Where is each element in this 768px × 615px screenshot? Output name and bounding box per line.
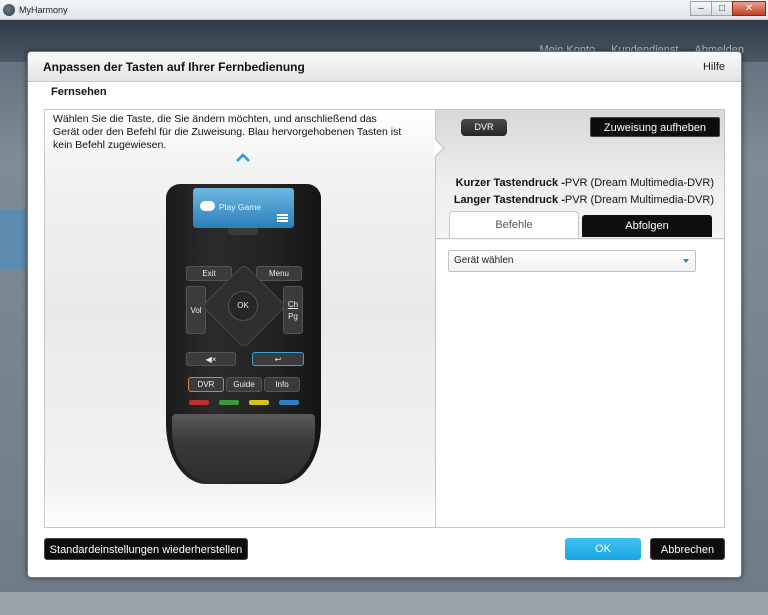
ok-button[interactable]: OK — [565, 538, 641, 560]
cancel-button[interactable]: Abbrechen — [650, 538, 725, 560]
remote-volume-button[interactable]: Vol — [186, 286, 206, 334]
window-title: MyHarmony — [19, 4, 68, 15]
app-footer-band — [0, 592, 768, 615]
scroll-up-chevron-icon[interactable] — [236, 153, 250, 163]
remote-channel-button[interactable]: Ch Pg — [283, 286, 303, 334]
short-press-info: Kurzer Tastendruck -PVR (Dream Multimedi… — [456, 177, 714, 189]
main-panel: Wählen Sie die Taste, die Sie ändern möc… — [44, 109, 725, 528]
remote-guide-button[interactable]: Guide — [226, 377, 262, 392]
remote-base — [172, 414, 315, 482]
long-press-info: Langer Tastendruck -PVR (Dream Multimedi… — [454, 194, 714, 206]
customize-buttons-dialog: Anpassen der Tasten auf Ihrer Fernbedien… — [27, 51, 742, 578]
remote-yellow-button[interactable] — [249, 400, 269, 405]
window-controls: – □ ✕ — [690, 1, 766, 16]
remote-green-button[interactable] — [219, 400, 239, 405]
remote-info-button[interactable]: Info — [264, 377, 300, 392]
channel-label: Ch — [287, 300, 299, 309]
dialog-title: Anpassen der Tasten auf Ihrer Fernbedien… — [43, 60, 305, 74]
remote-exit-button[interactable]: Exit — [186, 266, 232, 281]
long-press-value: PVR (Dream Multimedia-DVR) — [564, 194, 714, 206]
gamepad-icon — [200, 201, 215, 211]
tab-sequences[interactable]: Abfolgen — [582, 215, 712, 237]
unassign-button[interactable]: Zuweisung aufheben — [590, 117, 720, 137]
remote-back-button[interactable]: ↩ — [252, 352, 304, 366]
device-section-title: Fernsehen — [51, 86, 107, 98]
tab-divider — [436, 238, 724, 239]
minimize-button[interactable]: – — [690, 1, 712, 16]
remote-pane: Wählen Sie die Taste, die Sie ändern möc… — [45, 110, 435, 527]
selected-key-chip: DVR — [461, 119, 507, 136]
remote-touchscreen[interactable]: Play Game — [193, 188, 294, 228]
remote-red-button[interactable] — [189, 400, 209, 405]
device-select-value: Gerät wählen — [454, 255, 514, 266]
close-window-button[interactable]: ✕ — [732, 1, 766, 16]
chevron-down-icon — [683, 259, 689, 263]
remote-mute-button[interactable]: ◀× — [186, 352, 236, 366]
help-link[interactable]: Hilfe — [703, 61, 725, 73]
tab-commands[interactable]: Befehle — [449, 211, 579, 239]
assignment-pane: DVR Zuweisung aufheben Kurzer Tastendruc… — [434, 110, 724, 527]
short-press-label: Kurzer Tastendruck - — [455, 177, 565, 189]
remote-dvr-button[interactable]: DVR — [188, 377, 224, 392]
window-titlebar: MyHarmony – □ ✕ — [0, 0, 768, 20]
restore-defaults-button[interactable]: Standardeinstellungen wiederherstellen — [44, 538, 248, 560]
hamburger-menu-icon — [277, 214, 288, 222]
page-label: Pg — [288, 312, 298, 321]
dialog-header: Anpassen der Tasten auf Ihrer Fernbedien… — [28, 52, 741, 82]
app-logo-icon — [3, 3, 15, 16]
instruction-text: Wählen Sie die Taste, die Sie ändern möc… — [53, 113, 402, 151]
remote-control: Play Game Exit Menu Vol Ch Pg OK ◀× ↩ DV… — [166, 184, 321, 484]
screen-activity-label: Play Game — [219, 202, 262, 212]
remote-menu-button[interactable]: Menu — [256, 266, 302, 281]
background-side-strip — [0, 210, 26, 270]
remote-blue-button[interactable] — [279, 400, 299, 405]
pane-pointer — [434, 138, 445, 158]
remote-ok-button[interactable]: OK — [228, 291, 258, 321]
short-press-value: PVR (Dream Multimedia-DVR) — [564, 177, 714, 189]
screen-pull-tab[interactable] — [228, 228, 258, 235]
long-press-label: Langer Tastendruck - — [453, 194, 565, 206]
maximize-button[interactable]: □ — [711, 1, 733, 16]
device-select-dropdown[interactable]: Gerät wählen — [448, 250, 696, 272]
